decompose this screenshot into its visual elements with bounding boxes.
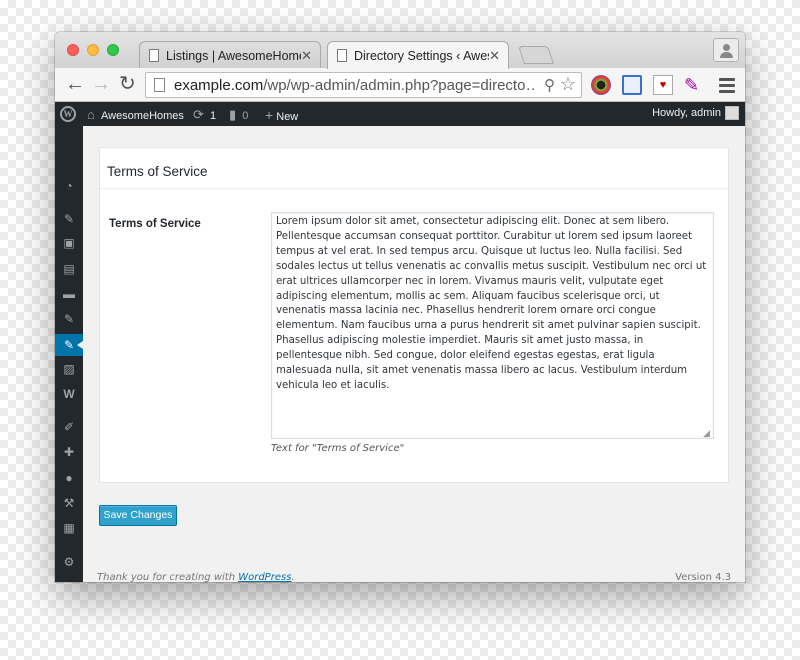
tools-icon[interactable]: ⚒ — [61, 495, 77, 511]
plugins-icon[interactable]: ✚ — [61, 444, 77, 460]
footer-thanks: Thank you for creating with WordPress. — [97, 572, 295, 582]
window-maximize-button[interactable] — [107, 44, 119, 56]
page-icon — [337, 49, 347, 62]
site-name-link[interactable]: ⌂ AwesomeHomes — [87, 107, 184, 122]
user-icon — [723, 44, 730, 51]
forward-icon[interactable]: → — [91, 73, 111, 95]
woocommerce-icon[interactable]: W — [61, 386, 77, 402]
close-icon[interactable]: ✕ — [489, 48, 500, 64]
appearance-icon[interactable]: ✐ — [61, 419, 77, 435]
profile-button[interactable] — [713, 38, 739, 62]
collapse-icon[interactable]: ⚙ — [61, 554, 77, 570]
updates-icon: ⟳ — [193, 107, 204, 122]
updates-link[interactable]: ⟳ 1 — [193, 107, 216, 123]
close-icon[interactable]: ✕ — [301, 48, 312, 64]
tab-label: Listings | AwesomeHomes — [166, 49, 301, 63]
wp-admin-menu: ◔ ✎ ▣ ▤ ▬ ✎ ✎ ▨ W ✐ ✚ ● ⚒ ▦ ⚙ — [55, 126, 83, 582]
tab-bar: Listings | AwesomeHomes ✕ Directory Sett… — [55, 32, 745, 69]
tab-label: Directory Settings ‹ AwesomeHomes — [354, 49, 489, 63]
directory-icon[interactable]: ✎ — [61, 337, 77, 353]
wordpress-logo-icon[interactable]: W — [60, 106, 76, 122]
terms-of-service-textarea[interactable]: Lorem ipsum dolor sit amet, consectetur … — [271, 212, 714, 439]
browser-window: Listings | AwesomeHomes ✕ Directory Sett… — [55, 32, 745, 582]
field-description: Text for "Terms of Service" — [271, 443, 405, 454]
pages-icon[interactable]: ▤ — [61, 261, 77, 277]
howdy-link[interactable]: Howdy, admin — [652, 107, 721, 119]
address-bar[interactable]: example.com/wp/wp-admin/admin.php?page=d… — [145, 72, 582, 98]
feather-icon[interactable]: ✎ — [684, 75, 704, 95]
media-icon[interactable]: ▣ — [61, 235, 77, 251]
color-picker-icon[interactable] — [591, 75, 611, 95]
wp-admin-bar: W ⌂ AwesomeHomes ⟳ 1 ▮ 0 + New Howdy, ad… — [55, 102, 745, 126]
pin-icon[interactable]: ✎ — [61, 311, 77, 327]
reload-icon[interactable]: ↻ — [119, 73, 136, 95]
page-icon — [154, 78, 165, 92]
divider — [100, 188, 728, 189]
save-changes-button[interactable]: Save Changes — [99, 505, 177, 526]
home-icon: ⌂ — [87, 107, 95, 122]
new-tab-button[interactable] — [518, 46, 554, 64]
browser-toolbar: ← → ↻ example.com/wp/wp-admin/admin.php?… — [55, 68, 745, 102]
footer-version: Version 4.3 — [675, 572, 731, 582]
pin-icon[interactable]: ✎ — [61, 211, 77, 227]
main-content: Terms of Service Terms of Service Lorem … — [83, 126, 745, 582]
page-icon — [149, 49, 159, 62]
menu-icon[interactable] — [719, 78, 735, 96]
url-text: example.com/wp/wp-admin/admin.php?page=d… — [174, 77, 534, 94]
pocket-icon[interactable]: ♥ — [653, 75, 673, 95]
plus-icon: + — [265, 107, 274, 123]
resize-handle-icon[interactable]: ◢ — [703, 429, 710, 438]
comments-icon[interactable]: ▬ — [61, 286, 77, 302]
new-content-link[interactable]: + New — [265, 107, 298, 123]
star-icon[interactable]: ☆ — [560, 74, 576, 95]
users-icon[interactable]: ● — [61, 470, 77, 486]
wordpress-link[interactable]: WordPress — [238, 572, 291, 582]
settings-icon[interactable]: ▦ — [61, 520, 77, 536]
window-close-button[interactable] — [67, 44, 79, 56]
terms-of-service-label: Terms of Service — [109, 218, 201, 230]
avatar[interactable] — [725, 106, 739, 120]
search-icon[interactable]: ⚲ — [544, 76, 555, 94]
window-minimize-button[interactable] — [87, 44, 99, 56]
dashboard-icon[interactable]: ◔ — [61, 178, 77, 194]
tab-directory-settings[interactable]: Directory Settings ‹ AwesomeHomes ✕ — [327, 41, 509, 69]
screenshot-icon[interactable] — [622, 75, 642, 95]
comment-icon: ▮ — [229, 107, 237, 122]
tab-listings[interactable]: Listings | AwesomeHomes ✕ — [139, 41, 321, 69]
settings-panel: Terms of Service Terms of Service Lorem … — [99, 147, 729, 483]
comments-link[interactable]: ▮ 0 — [229, 107, 248, 123]
back-icon[interactable]: ← — [65, 73, 85, 95]
panel-title: Terms of Service — [107, 164, 208, 179]
gallery-icon[interactable]: ▨ — [61, 361, 77, 377]
